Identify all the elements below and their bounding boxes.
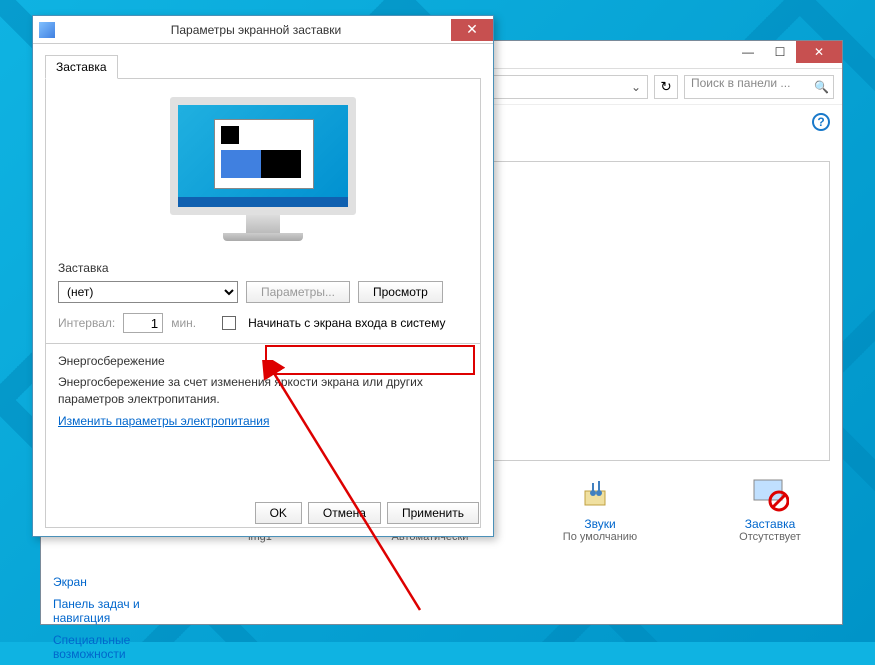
energy-description: Энергосбережение за счет изменения яркос… <box>58 374 468 408</box>
dialog-title: Параметры экранной заставки <box>61 23 451 37</box>
maximize-button[interactable]: ☐ <box>764 41 796 63</box>
sound-icon <box>581 475 619 513</box>
chevron-down-icon: ⌄ <box>631 80 641 94</box>
dialog-icon <box>39 22 55 38</box>
params-button[interactable]: Параметры... <box>246 281 350 303</box>
energy-title: Энергосбережение <box>58 354 468 368</box>
interval-input[interactable] <box>123 313 163 333</box>
cancel-button[interactable]: Отмена <box>308 502 381 524</box>
screensaver-dialog: Параметры экранной заставки ✕ Заставка З… <box>32 15 494 537</box>
screensaver-select[interactable]: (нет) <box>58 281 238 303</box>
screensaver-link[interactable]: Заставка Отсутствует <box>710 475 830 543</box>
preview-button[interactable]: Просмотр <box>358 281 443 303</box>
preview-monitor <box>170 97 356 247</box>
login-screen-label: Начинать с экрана входа в систему <box>248 316 445 330</box>
power-settings-link[interactable]: Изменить параметры электропитания <box>58 414 269 428</box>
tab-panel: Заставка (нет) Параметры... Просмотр Инт… <box>45 78 481 528</box>
sounds-link[interactable]: Звуки По умолчанию <box>540 475 660 543</box>
search-input[interactable]: Поиск в панели ... 🔍 <box>684 75 834 99</box>
sidebar-link-ease[interactable]: Специальные возможности <box>53 629 176 665</box>
tab-screensaver[interactable]: Заставка <box>45 55 118 79</box>
login-screen-checkbox[interactable] <box>222 316 236 330</box>
ok-button[interactable]: OK <box>255 502 302 524</box>
dialog-close-button[interactable]: ✕ <box>451 19 493 41</box>
interval-unit: мин. <box>171 316 196 330</box>
dialog-titlebar[interactable]: Параметры экранной заставки ✕ <box>33 16 493 44</box>
search-icon: 🔍 <box>814 80 829 94</box>
close-button[interactable]: ✕ <box>796 41 842 63</box>
screensaver-icon <box>751 475 789 513</box>
sidebar-link-screen[interactable]: Экран <box>53 571 176 593</box>
minimize-button[interactable]: — <box>732 41 764 63</box>
interval-label: Интервал: <box>58 316 115 330</box>
screensaver-group-label: Заставка <box>58 261 468 275</box>
refresh-button[interactable]: ↻ <box>654 75 678 99</box>
sidebar-link-taskbar[interactable]: Панель задач и навигация <box>53 593 176 629</box>
apply-button[interactable]: Применить <box>387 502 479 524</box>
